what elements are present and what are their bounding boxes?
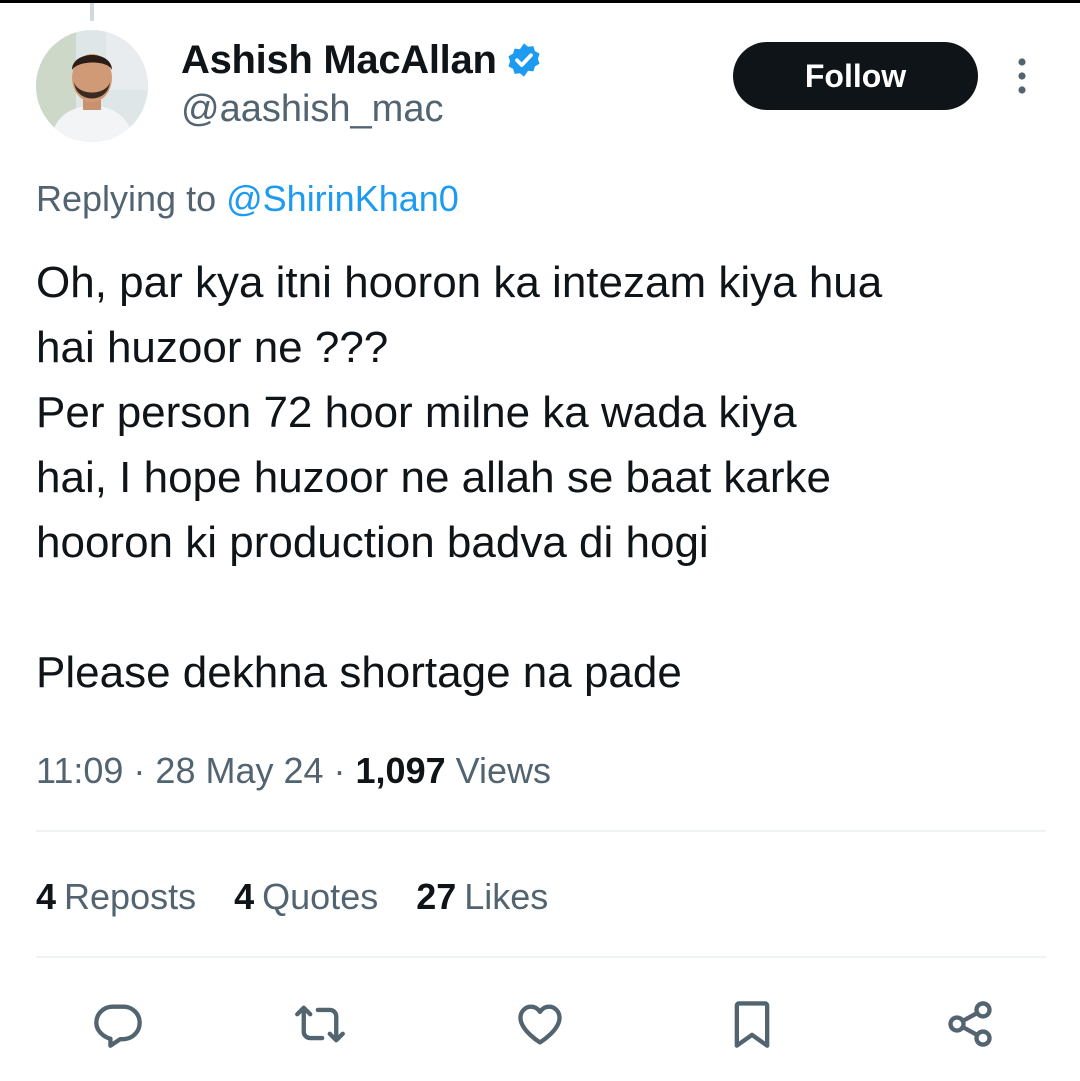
likes-count: 27 (416, 876, 457, 917)
quotes-label: Quotes (262, 876, 379, 917)
tweet-time[interactable]: 11:09 (36, 750, 123, 791)
meta-separator: · (123, 750, 156, 791)
more-options-icon[interactable] (1004, 52, 1040, 100)
tweet-line: Per person 72 hoor milne ka wada kiya (36, 388, 797, 437)
tweet-line: hai huzoor ne ??? (36, 323, 389, 372)
likes-stat[interactable]: 27 Likes (416, 876, 548, 918)
thread-connector-line (90, 3, 94, 21)
author-name-row[interactable]: Ashish MacAllan (181, 36, 543, 84)
avatar[interactable] (36, 30, 148, 142)
share-button[interactable] (940, 992, 1000, 1056)
reposts-count: 4 (36, 876, 57, 917)
mention-link[interactable]: @ShirinKhan0 (226, 178, 459, 219)
meta-separator: · (323, 750, 356, 791)
divider (36, 830, 1046, 832)
reply-button[interactable] (88, 992, 148, 1056)
repost-button[interactable] (290, 992, 350, 1056)
replying-to-label: Replying to (36, 178, 227, 219)
replying-to: Replying to @ShirinKhan0 (36, 178, 459, 220)
reposts-stat[interactable]: 4 Reposts (36, 876, 196, 918)
tweet-date[interactable]: 28 May 24 (155, 750, 323, 791)
tweet-line: hooron ki production badva di hogi (36, 518, 709, 567)
tweet-meta: 11:09 · 28 May 24 · 1,097 Views (36, 750, 551, 792)
tweet-blank-line (36, 575, 1056, 640)
quotes-count: 4 (234, 876, 255, 917)
quotes-stat[interactable]: 4 Quotes (234, 876, 378, 918)
action-bar (0, 992, 1080, 1062)
author-handle[interactable]: @aashish_mac (181, 88, 443, 131)
verified-badge-icon (505, 41, 543, 79)
author-name[interactable]: Ashish MacAllan (181, 38, 497, 83)
tweet-line: Please dekhna shortage na pade (36, 648, 682, 697)
share-icon (948, 1001, 992, 1047)
engagement-stats: 4 Reposts 4 Quotes 27 Likes (36, 876, 586, 918)
tweet-text: Oh, par kya itni hooron ka intezam kiya … (36, 250, 1056, 705)
bookmark-icon (734, 1001, 770, 1048)
reply-icon (94, 1004, 142, 1048)
top-border (0, 0, 1080, 3)
likes-label: Likes (464, 876, 549, 917)
like-button[interactable] (510, 992, 570, 1056)
bookmark-button[interactable] (722, 992, 782, 1056)
views-label: Views (445, 750, 552, 791)
reposts-label: Reposts (64, 876, 197, 917)
tweet-line: hai, I hope huzoor ne allah se baat kark… (36, 453, 831, 502)
divider (36, 956, 1046, 958)
like-icon (518, 1004, 562, 1045)
repost-icon (295, 1005, 345, 1043)
follow-button[interactable]: Follow (733, 42, 978, 110)
views-count: 1,097 (355, 750, 446, 791)
tweet-line: Oh, par kya itni hooron ka intezam kiya … (36, 258, 883, 307)
